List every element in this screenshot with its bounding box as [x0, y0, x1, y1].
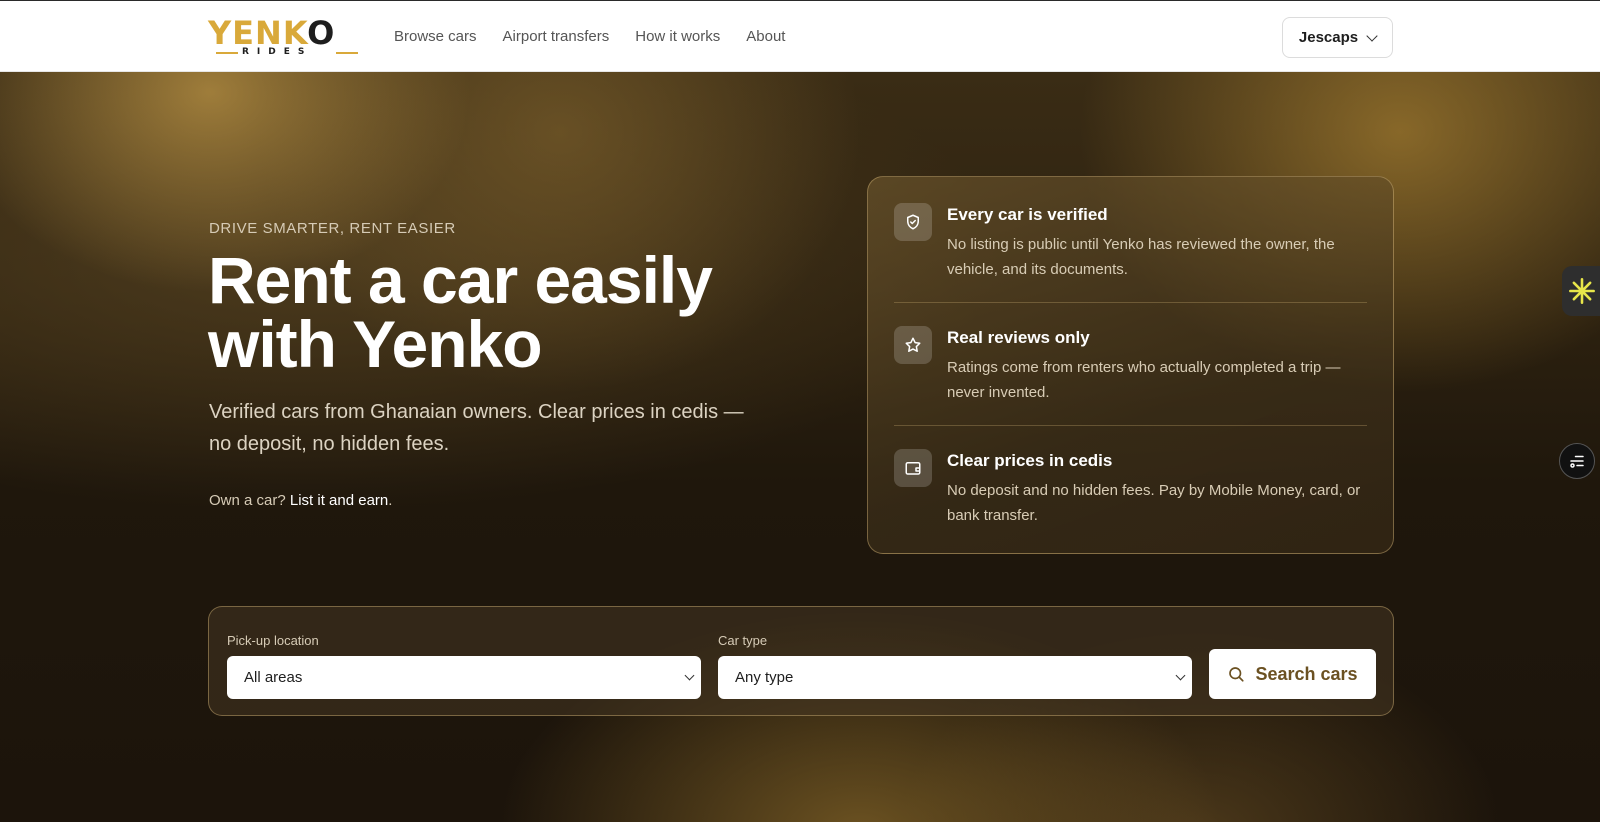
feature-divider — [894, 302, 1367, 303]
main-nav: Browse cars Airport transfers How it wor… — [394, 27, 785, 47]
hero-section: DRIVE SMARTER, RENT EASIER Rent a car ea… — [0, 72, 1600, 822]
settings-widget[interactable] — [1559, 443, 1595, 479]
feature-title: Real reviews only — [947, 328, 1090, 347]
wallet-icon — [894, 449, 932, 487]
nav-browse-cars[interactable]: Browse cars — [394, 27, 477, 47]
sparkle-icon — [1569, 278, 1595, 304]
search-cars-button[interactable]: Search cars — [1209, 649, 1376, 699]
logo-accent-line — [216, 52, 238, 54]
sliders-icon — [1570, 455, 1584, 468]
chevron-down-icon — [684, 670, 695, 681]
feature-text: No listing is public until Yenko has rev… — [947, 236, 1335, 278]
feature-divider — [894, 425, 1367, 426]
hero-eyebrow: DRIVE SMARTER, RENT EASIER — [209, 220, 456, 237]
hero-headline: Rent a car easily with Yenko — [208, 243, 713, 381]
pickup-location-label: Pick-up location — [227, 633, 319, 648]
nav-airport-transfers[interactable]: Airport transfers — [503, 27, 610, 47]
chevron-down-icon — [1366, 29, 1378, 42]
top-header: YENKO RIDES Browse cars Airport transfer… — [0, 0, 1600, 72]
user-menu-button[interactable]: Jescaps — [1282, 17, 1393, 58]
logo-wordmark: YENKO — [208, 14, 336, 52]
feature-title: Clear prices in cedis — [947, 451, 1113, 470]
feature-title: Every car is verified — [947, 205, 1108, 224]
features-card: Every car is verified No listing is publ… — [867, 176, 1394, 554]
pickup-location-select[interactable]: All areas — [227, 656, 701, 699]
owner-cta: Own a car? List it and earn. — [209, 492, 393, 509]
search-panel: Pick-up location All areas Car type Any … — [208, 606, 1394, 716]
star-icon — [894, 326, 932, 364]
car-type-select[interactable]: Any type — [718, 656, 1192, 699]
user-name: Jescaps — [1298, 29, 1359, 46]
logo-accent-line — [336, 52, 358, 54]
hero-subtext: Verified cars from Ghanaian owners. Clea… — [209, 401, 744, 455]
feature-text: Ratings come from renters who actually c… — [947, 359, 1341, 401]
feature-text: No deposit and no hidden fees. Pay by Mo… — [947, 482, 1361, 524]
car-type-label: Car type — [718, 633, 768, 648]
chevron-down-icon — [1175, 670, 1186, 681]
logo-subtitle: RIDES — [242, 47, 313, 57]
list-car-link[interactable]: List it and earn — [290, 492, 388, 509]
assistant-widget[interactable] — [1562, 266, 1600, 316]
shield-check-icon — [894, 203, 932, 241]
search-icon — [1229, 667, 1245, 682]
nav-about[interactable]: About — [746, 27, 785, 47]
yenko-logo[interactable]: YENKO RIDES — [208, 17, 360, 57]
nav-how-it-works[interactable]: How it works — [635, 27, 720, 47]
